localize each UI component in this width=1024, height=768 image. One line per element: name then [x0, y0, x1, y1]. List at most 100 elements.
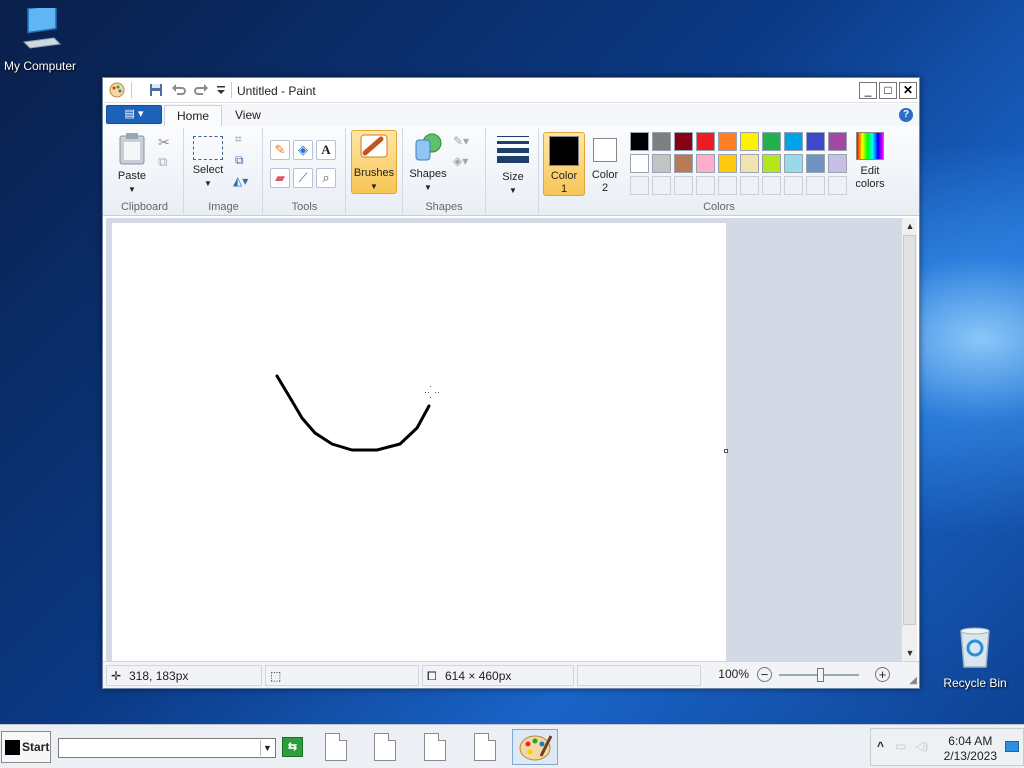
color-swatch[interactable]	[806, 154, 825, 173]
redo-icon[interactable]	[193, 82, 209, 98]
select-button[interactable]: Select ▼	[189, 136, 227, 190]
drawing-canvas[interactable]	[112, 223, 728, 661]
color-swatch[interactable]	[718, 154, 737, 173]
color-swatch[interactable]	[630, 132, 649, 151]
color-swatch[interactable]	[674, 154, 693, 173]
color2-button[interactable]: Color 2	[588, 132, 622, 196]
color-swatch[interactable]	[740, 154, 759, 173]
color-swatch[interactable]	[828, 132, 847, 151]
taskbar-document-icon[interactable]	[474, 733, 496, 761]
recycle-bin-icon	[930, 625, 1020, 672]
dropdown-arrow-icon: ▼	[370, 182, 378, 191]
color-swatch[interactable]	[784, 132, 803, 151]
color-swatch[interactable]	[696, 132, 715, 151]
edit-colors-button[interactable]: Edit colors	[848, 132, 892, 191]
close-button[interactable]: ✕	[899, 82, 917, 99]
scroll-down-icon[interactable]: ▼	[902, 645, 918, 661]
volume-icon[interactable]: ◁)	[915, 739, 928, 753]
desktop-icon-recycle-bin[interactable]: Recycle Bin	[930, 625, 1020, 690]
scrollbar-thumb[interactable]	[903, 235, 916, 625]
minimize-button[interactable]: _	[859, 82, 877, 99]
custom-color-slot[interactable]	[828, 176, 847, 195]
zoom-thumb[interactable]	[817, 668, 824, 682]
text-icon[interactable]: A	[316, 140, 336, 160]
desktop-icon-my-computer[interactable]: My Computer	[0, 3, 85, 73]
file-menu-button[interactable]: ▤ ▾	[106, 105, 162, 124]
help-icon[interactable]: ?	[899, 108, 913, 122]
copy-icon[interactable]: ⧉	[158, 154, 167, 170]
tab-view[interactable]: View	[223, 105, 273, 126]
shapes-button[interactable]: Shapes ▼	[407, 132, 449, 194]
size-button[interactable]: Size ▼	[493, 136, 533, 197]
fill-shape-icon[interactable]: ◈▾	[453, 154, 468, 168]
maximize-button[interactable]: □	[879, 82, 897, 99]
tools-group: ✎ ◈ A ▰ ⟋ ⌕ Tools	[264, 128, 346, 214]
pencil-icon[interactable]: ✎	[270, 140, 290, 160]
customize-quick-access-icon[interactable]	[213, 82, 229, 98]
color-swatch[interactable]	[740, 132, 759, 151]
custom-color-slot[interactable]	[740, 176, 759, 195]
taskbar-document-icon[interactable]	[374, 733, 396, 761]
color-swatch[interactable]	[696, 154, 715, 173]
color-picker-icon[interactable]: ⟋	[293, 168, 313, 188]
resize-icon[interactable]: ⧉	[235, 153, 244, 168]
color-swatch[interactable]	[762, 154, 781, 173]
taskbar-document-icon[interactable]	[424, 733, 446, 761]
taskbar-paint-button[interactable]	[512, 729, 558, 765]
resize-handle[interactable]	[724, 449, 728, 453]
rotate-icon[interactable]: ◭▾	[233, 174, 248, 188]
color-swatch[interactable]	[652, 132, 671, 151]
notification-icon[interactable]	[1005, 741, 1019, 752]
chevron-down-icon[interactable]: ▼	[260, 740, 274, 756]
group-label: Tools	[291, 201, 318, 213]
magnifier-icon[interactable]: ⌕	[316, 168, 336, 188]
outline-icon[interactable]: ✎▾	[453, 134, 469, 148]
brush-stroke	[275, 374, 439, 452]
zoom-out-icon[interactable]: −	[757, 667, 772, 682]
resize-grip-icon[interactable]: ◢	[909, 675, 917, 686]
save-icon[interactable]	[148, 82, 164, 98]
cut-icon[interactable]: ✂	[158, 134, 170, 151]
custom-color-slot[interactable]	[806, 176, 825, 195]
fill-icon[interactable]: ◈	[293, 140, 313, 160]
clock-time: 6:04 AM	[948, 734, 993, 748]
scroll-up-icon[interactable]: ▲	[902, 218, 918, 234]
start-button[interactable]: Start	[1, 731, 51, 763]
color-swatch[interactable]	[784, 154, 803, 173]
color-swatch[interactable]	[674, 132, 693, 151]
color-swatch[interactable]	[652, 154, 671, 173]
network-icon[interactable]: ▭	[895, 739, 906, 753]
custom-color-slot[interactable]	[784, 176, 803, 195]
vertical-scrollbar[interactable]: ▲ ▼	[901, 218, 917, 661]
taskbar-document-icon[interactable]	[325, 733, 347, 761]
group-label: Image	[208, 201, 239, 213]
go-button[interactable]: ⇆	[282, 737, 303, 757]
paint-app-icon[interactable]	[109, 82, 125, 98]
color-swatch[interactable]	[630, 154, 649, 173]
custom-color-slot[interactable]	[674, 176, 693, 195]
clock[interactable]: 6:04 AM 2/13/2023	[944, 734, 997, 764]
custom-color-slot[interactable]	[762, 176, 781, 195]
system-tray: ^ ▭ ◁) 6:04 AM 2/13/2023	[870, 728, 1024, 766]
color-swatch[interactable]	[806, 132, 825, 151]
show-hidden-icons-chevron[interactable]: ^	[877, 739, 884, 753]
tab-home[interactable]: Home	[164, 105, 223, 126]
address-bar[interactable]: ▼	[58, 738, 276, 758]
zoom-in-icon[interactable]: +	[875, 667, 890, 682]
crop-icon[interactable]: ⌗	[235, 132, 242, 147]
undo-icon[interactable]	[171, 82, 187, 98]
custom-color-slot[interactable]	[652, 176, 671, 195]
brushes-button[interactable]: Brushes ▼	[351, 130, 397, 194]
custom-color-slot[interactable]	[718, 176, 737, 195]
color-swatch[interactable]	[718, 132, 737, 151]
zoom-slider[interactable]: − +	[757, 667, 897, 683]
eraser-icon[interactable]: ▰	[270, 168, 290, 188]
color-swatch[interactable]	[828, 154, 847, 173]
color1-button[interactable]: Color 1	[543, 132, 585, 196]
custom-color-slot[interactable]	[630, 176, 649, 195]
status-empty-cell	[577, 665, 701, 686]
custom-color-slot[interactable]	[696, 176, 715, 195]
paste-button[interactable]: Paste ▼	[112, 132, 152, 196]
group-label: Shapes	[425, 201, 463, 213]
color-swatch[interactable]	[762, 132, 781, 151]
